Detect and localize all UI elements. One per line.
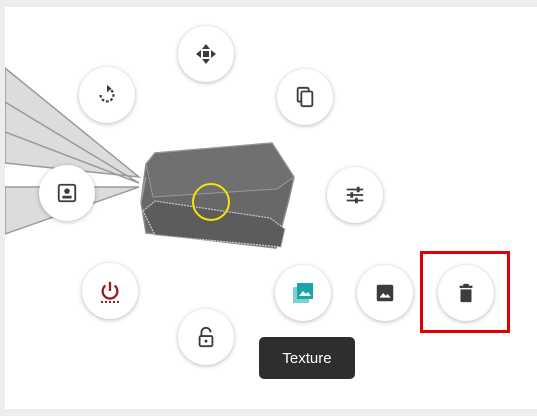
move-button[interactable] bbox=[178, 26, 234, 82]
texture-button[interactable] bbox=[275, 265, 331, 321]
image-button[interactable] bbox=[357, 265, 413, 321]
delete-highlight-box bbox=[420, 251, 510, 333]
selected-3d-object[interactable] bbox=[140, 142, 295, 249]
duplicate-button[interactable] bbox=[277, 69, 333, 125]
portrait-icon bbox=[57, 183, 77, 203]
viewport-canvas[interactable]: Texture bbox=[5, 7, 537, 409]
texture-icon bbox=[293, 283, 313, 303]
texture-tooltip: Texture bbox=[259, 337, 355, 379]
move-icon bbox=[196, 44, 216, 64]
rotate-icon bbox=[99, 84, 115, 103]
tooltip-text: Texture bbox=[282, 349, 332, 367]
lock-open-icon bbox=[198, 326, 214, 348]
sliders-icon bbox=[346, 186, 364, 204]
adjust-settings-button[interactable] bbox=[327, 167, 383, 223]
camera-view-button[interactable] bbox=[39, 165, 95, 221]
power-button[interactable] bbox=[82, 263, 138, 319]
copy-icon bbox=[296, 86, 314, 108]
power-icon bbox=[101, 281, 119, 300]
power-status-indicator bbox=[101, 301, 119, 305]
rotate-button[interactable] bbox=[79, 67, 135, 123]
lock-button[interactable] bbox=[178, 309, 234, 365]
image-icon bbox=[376, 284, 394, 302]
